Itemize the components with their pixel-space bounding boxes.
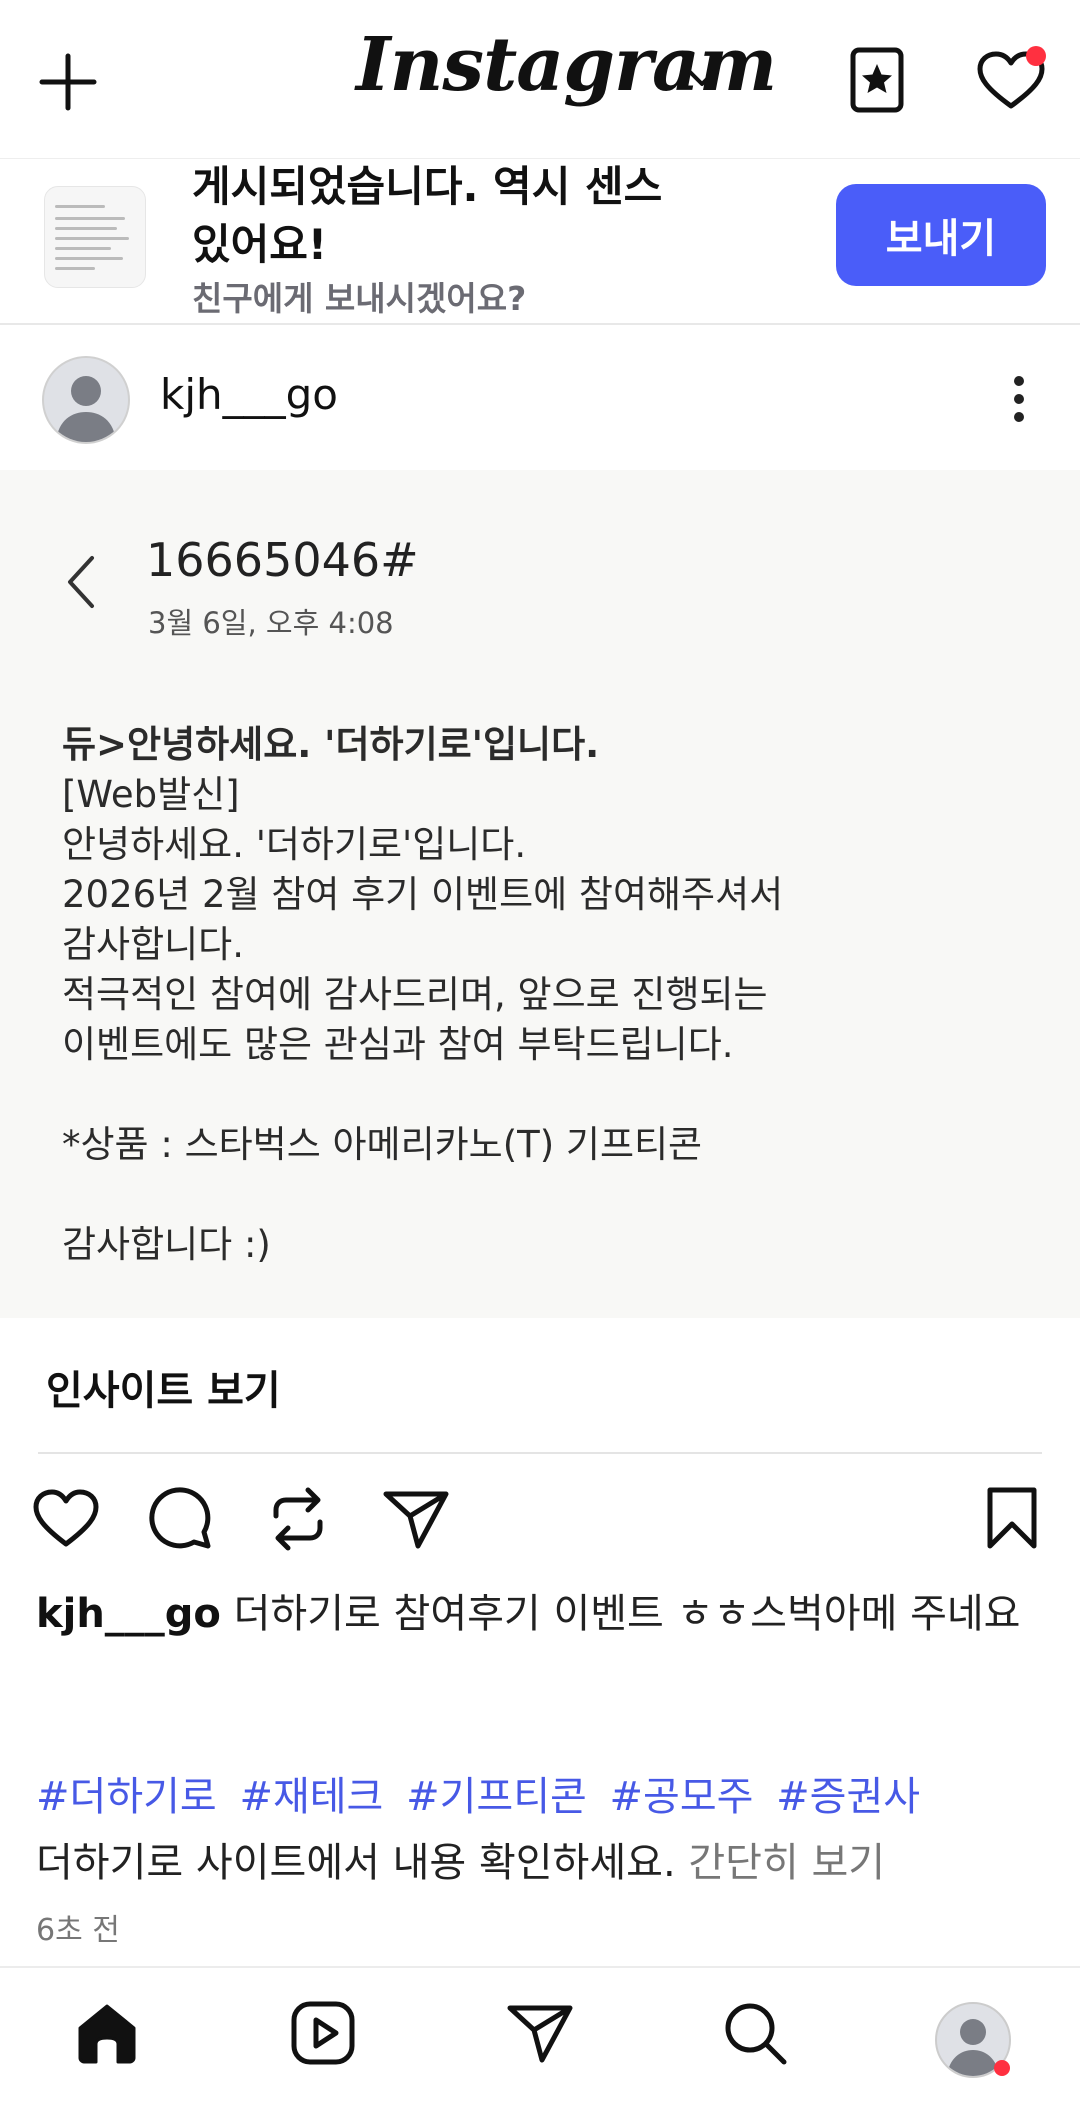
sms-line [62,1070,1022,1120]
home-icon[interactable] [74,2000,140,2066]
sms-line: 이벤트에도 많은 관심과 참여 부탁드립니다. [62,1023,734,1066]
like-heart-icon[interactable] [32,1488,100,1550]
sms-body: 듀>안녕하세요. '더하기로'입니다. [Web발신] 안녕하세요. '더하기로… [62,720,1022,1270]
more-options-icon[interactable] [1002,372,1036,426]
send-button[interactable]: 보내기 [836,184,1046,286]
post-caption: kjh___go 더하기로 참여후기 이벤트 ㅎㅎ스벅아메 주네요 [36,1584,1046,1644]
post-thumbnail [44,186,146,288]
post-username[interactable]: kjh___go [160,370,338,419]
sms-datetime: 3월 6일, 오후 4:08 [148,606,394,640]
direct-message-icon[interactable] [506,2000,574,2066]
divider [38,1452,1042,1454]
sms-line [62,1170,1022,1220]
notification-dot [1026,46,1046,66]
hashtag-link[interactable]: #재테크 [239,1774,383,1820]
sms-line: 감사합니다. [62,923,244,966]
sms-line: 듀>안녕하세요. '더하기로'입니다. [62,723,600,766]
back-arrow-icon [64,554,98,610]
instagram-logo[interactable]: Instagram [356,22,777,108]
collapse-caption-link[interactable]: 간단히 보기 [688,1840,885,1886]
caption-username[interactable]: kjh___go [36,1591,221,1637]
post-timestamp: 6초 전 [36,1913,120,1948]
sms-line: 적극적인 참여에 감사드리며, 앞으로 진행되는 [62,973,768,1016]
plus-icon[interactable] [36,50,100,114]
caption-text: 더하기로 참여후기 이벤트 ㅎㅎ스벅아메 주네요 [220,1591,1021,1637]
caption-line-2-text: 더하기로 사이트에서 내용 확인하세요. [36,1840,689,1886]
star-bookmark-icon[interactable] [848,46,906,114]
hashtag-list: #더하기로 #재테크 #기프티콘 #공모주 #증권사 [36,1764,930,1822]
post-author-avatar[interactable] [42,356,130,444]
share-banner-title: 게시되었습니다. 역시 센스 있어요! [192,162,663,269]
caption-line-2: 더하기로 사이트에서 내용 확인하세요. 간단히 보기 [36,1830,885,1888]
sms-line: [Web발신] [62,773,240,816]
share-banner-subtitle: 친구에게 보내시겠어요? [192,279,527,318]
hashtag-link[interactable]: #기프티콘 [406,1774,587,1820]
hashtag-link[interactable]: #더하기로 [36,1774,217,1820]
reels-icon[interactable] [290,2000,356,2066]
sms-line: 안녕하세요. '더하기로'입니다. [62,823,527,866]
sms-line: 2026년 2월 참여 후기 이벤트에 참여해주셔서 [62,873,784,916]
repost-icon[interactable] [266,1486,330,1552]
hashtag-link[interactable]: #증권사 [776,1774,920,1820]
view-insights-link[interactable]: 인사이트 보기 [46,1358,281,1416]
chevron-down-icon[interactable] [686,66,718,90]
sms-line: *상품 : 스타벅스 아메리카노(T) 기프티콘 [62,1123,703,1166]
sms-sender: 16665046# [146,533,419,587]
comment-icon[interactable] [148,1486,214,1552]
profile-notification-dot [994,2060,1010,2076]
share-send-icon[interactable] [382,1486,450,1552]
sms-line: 감사합니다 :) [62,1223,271,1266]
search-icon[interactable] [722,2000,788,2066]
save-bookmark-icon[interactable] [984,1486,1040,1550]
hashtag-link[interactable]: #공모주 [610,1774,754,1820]
